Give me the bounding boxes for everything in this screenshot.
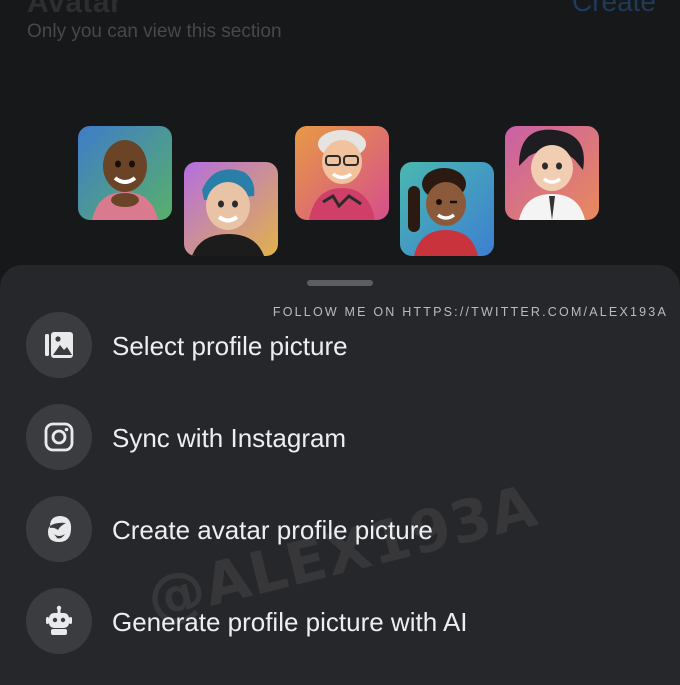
sheet-drag-handle[interactable]	[307, 280, 373, 286]
avatar-1[interactable]	[78, 126, 172, 220]
option-label: Sync with Instagram	[112, 423, 347, 453]
option-label: Generate profile picture with AI	[112, 607, 468, 637]
section-subtitle: Only you can view this section	[27, 21, 282, 42]
avatar-5[interactable]	[505, 126, 599, 220]
section-title: Avatar	[27, 0, 123, 19]
instagram-icon	[26, 404, 92, 470]
option-label: Select profile picture	[112, 331, 348, 361]
sync-with-instagram-option[interactable]: Sync with Instagram	[0, 397, 680, 477]
select-profile-picture-option[interactable]: Select profile picture	[0, 305, 680, 385]
robot-icon	[26, 588, 92, 654]
avatar-face-icon	[26, 496, 92, 562]
generate-ai-profile-picture-option[interactable]: Generate profile picture with AI	[0, 581, 680, 661]
avatar-2[interactable]	[184, 162, 278, 256]
avatar-3[interactable]	[295, 126, 389, 220]
profile-picture-sheet: FOLLOW ME ON HTTPS://TWITTER.COM/ALEX193…	[0, 265, 680, 685]
option-label: Create avatar profile picture	[112, 515, 433, 545]
create-button[interactable]: Create	[572, 0, 656, 18]
create-avatar-profile-picture-option[interactable]: Create avatar profile picture	[0, 489, 680, 569]
avatar-4[interactable]	[400, 162, 494, 256]
photo-gallery-icon	[26, 312, 92, 378]
avatar-section: Avatar Create Only you can view this sec…	[0, 0, 680, 270]
